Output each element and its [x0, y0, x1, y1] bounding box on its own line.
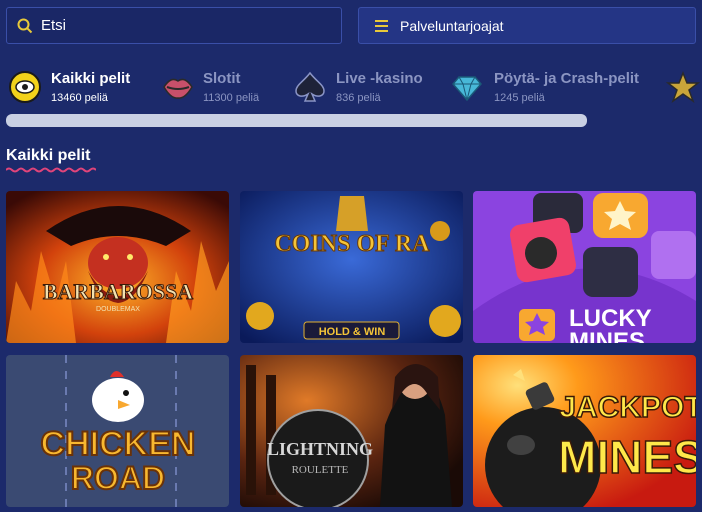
- providers-label: Palveluntarjoajat: [400, 17, 504, 34]
- category-slots[interactable]: Slotit 11300 peliä: [161, 66, 271, 110]
- game-title-line1: JACKPOT: [559, 391, 696, 424]
- category-scrollbar[interactable]: [6, 114, 587, 127]
- section-title: Kaikki pelit: [6, 147, 91, 164]
- game-tile-jackpot-mines[interactable]: JACKPOT MINES: [473, 355, 696, 507]
- game-title-line1: LIGHTNING: [267, 439, 373, 459]
- game-art: CHICKEN ROAD: [6, 355, 229, 507]
- game-art: BARBAROSSA DOUBLEMAX: [6, 191, 229, 343]
- category-count: 836 peliä: [336, 92, 381, 104]
- spade-icon: [295, 71, 325, 102]
- star-icon: [666, 70, 700, 103]
- game-title-line2: MINES: [558, 431, 696, 483]
- game-tile-chicken-road[interactable]: CHICKEN ROAD: [6, 355, 229, 507]
- all-games-icon: [9, 71, 41, 103]
- category-table-crash[interactable]: Pöytä- ja Crash-pelit 1245 peliä: [450, 66, 650, 110]
- menu-icon: [375, 19, 388, 32]
- category-title: Pöytä- ja Crash-pelit: [494, 70, 640, 87]
- game-subtitle: HOLD & WIN: [319, 326, 386, 338]
- game-tile-lightning-roulette[interactable]: LIGHTNING ROULETTE: [240, 355, 463, 507]
- game-title-line1: CHICKEN: [41, 425, 196, 463]
- game-tile-barbarossa[interactable]: BARBAROSSA DOUBLEMAX: [6, 191, 229, 343]
- game-title-line2: ROULETTE: [292, 464, 349, 476]
- category-title: Kaikki pelit: [51, 70, 131, 87]
- search-input[interactable]: Etsi: [6, 7, 342, 44]
- category-live-casino[interactable]: Live -kasino 836 peliä: [293, 66, 428, 110]
- game-title-line2: ROAD: [71, 460, 165, 496]
- title-underline: [6, 167, 96, 173]
- category-title: Live -kasino: [336, 70, 423, 87]
- game-subtitle: DOUBLEMAX: [96, 306, 140, 313]
- lips-icon: [163, 78, 193, 99]
- category-title: Slotit: [203, 70, 241, 87]
- game-title-line2: MINES: [569, 328, 645, 343]
- category-count: 11300 peliä: [203, 92, 260, 104]
- diamond-icon: [452, 76, 482, 102]
- category-count: 13460 peliä: [51, 92, 108, 104]
- game-art: LUCKY MINES: [473, 191, 696, 343]
- game-tile-coins-of-ra[interactable]: COINS OF RA HOLD & WIN: [240, 191, 463, 343]
- category-partial[interactable]: [666, 66, 702, 110]
- search-icon: [17, 18, 33, 33]
- category-bar: Kaikki pelit 13460 peliä Slotit 11300 pe…: [0, 66, 702, 110]
- search-placeholder: Etsi: [41, 17, 67, 34]
- category-count: 1245 peliä: [494, 92, 545, 104]
- providers-button[interactable]: Palveluntarjoajat: [358, 7, 696, 44]
- game-art: JACKPOT MINES: [473, 355, 696, 507]
- game-title: BARBAROSSA: [43, 279, 193, 304]
- game-title: COINS OF RA: [274, 231, 430, 257]
- game-tile-lucky-mines[interactable]: LUCKY MINES: [473, 191, 696, 343]
- category-all-games[interactable]: Kaikki pelit 13460 peliä: [8, 66, 148, 110]
- game-art: COINS OF RA HOLD & WIN: [240, 191, 463, 343]
- game-art: LIGHTNING ROULETTE: [240, 355, 463, 507]
